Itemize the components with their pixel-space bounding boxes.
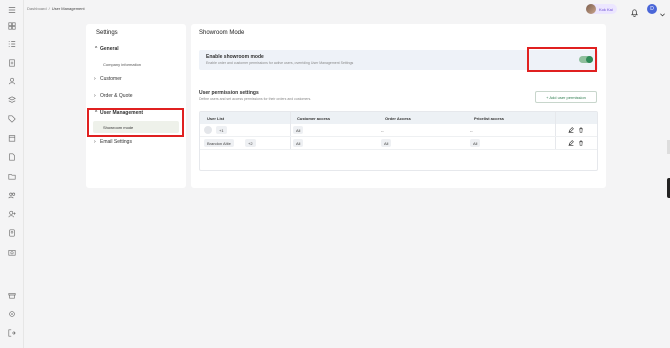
dashboard-icon[interactable] — [8, 22, 16, 30]
trash-icon[interactable] — [578, 140, 584, 146]
add-user-permission-button[interactable]: + Add user permission — [535, 91, 597, 103]
bell-icon[interactable] — [630, 4, 639, 17]
customer-access: All — [293, 139, 304, 147]
calendar-icon[interactable] — [8, 134, 16, 142]
column-header: Customer access — [297, 116, 331, 121]
settings-icon[interactable] — [8, 310, 16, 318]
chevron-down-icon[interactable] — [659, 5, 666, 17]
table-row: +1 All -- -- — [200, 124, 597, 137]
trash-icon[interactable] — [578, 127, 584, 133]
user-pill — [204, 126, 212, 134]
breadcrumb: Dashboard / User Management — [27, 6, 85, 11]
store-icon[interactable] — [8, 291, 16, 299]
menu-icon[interactable] — [8, 6, 16, 14]
user-menu[interactable]: Kok Kai — [586, 4, 617, 14]
table-row: Brandon Altie +2 All All All — [200, 137, 597, 150]
nav-general-label: General — [100, 46, 119, 52]
column-header: Pricelist access — [474, 116, 505, 121]
user-icon[interactable] — [8, 77, 16, 85]
permissions-title: User permission settings — [199, 90, 259, 96]
highlight-box — [527, 47, 597, 72]
org-avatar[interactable]: D — [647, 4, 657, 14]
extra-users-pill[interactable]: +1 — [216, 126, 227, 134]
breadcrumb-separator: / — [48, 6, 50, 11]
team-icon[interactable] — [8, 191, 16, 199]
nav-email-settings[interactable]: › Email Settings — [94, 139, 132, 145]
badge-icon[interactable] — [8, 229, 16, 237]
pricelist-access: All — [470, 139, 481, 147]
order-access: All — [381, 139, 392, 147]
column-header: User List — [207, 116, 225, 121]
permissions-description: Define users and set access permissions … — [199, 97, 312, 101]
sidebar-rail — [0, 0, 24, 348]
settings-title: Settings — [96, 30, 118, 36]
page-title: Showroom Mode — [199, 30, 245, 36]
settings-panel: Settings ⌃ General Company information › C… — [86, 24, 186, 188]
customer-access: All — [293, 126, 304, 134]
logout-icon[interactable] — [8, 329, 16, 337]
document-icon[interactable] — [8, 59, 16, 67]
order-access: -- — [381, 128, 384, 133]
nav-order-quote-label: Order & Quote — [100, 93, 133, 99]
table-header: User List Customer access Order Access P… — [200, 112, 597, 124]
nav-company-information[interactable]: Company information — [103, 62, 141, 67]
extra-users-pill[interactable]: +2 — [245, 139, 256, 147]
layers-icon[interactable] — [8, 96, 16, 104]
nav-customer[interactable]: › Customer — [94, 76, 122, 82]
breadcrumb-root[interactable]: Dashboard — [27, 6, 47, 11]
top-bar: Dashboard / User Management Kok Kai D — [24, 0, 670, 18]
folder-icon[interactable] — [8, 172, 16, 180]
edit-icon[interactable] — [568, 140, 574, 146]
tag-icon[interactable] — [8, 115, 16, 123]
user-pill: Brandon Altie — [204, 139, 234, 147]
user-name: Kok Kai — [599, 6, 613, 12]
camera-icon[interactable] — [8, 248, 16, 256]
nav-email-settings-label: Email Settings — [100, 139, 132, 145]
nav-order-quote[interactable]: › Order & Quote — [94, 93, 133, 99]
showroom-label: Enable showroom mode — [206, 54, 264, 60]
pricelist-access: -- — [470, 128, 473, 133]
nav-customer-label: Customer — [100, 76, 122, 82]
column-header: Order Access — [385, 116, 411, 121]
showroom-description: Enable order and customer permissions fo… — [206, 61, 354, 65]
user-add-icon[interactable] — [8, 210, 16, 218]
highlight-box — [87, 108, 184, 137]
nav-general[interactable]: ⌃ General — [94, 46, 119, 52]
breadcrumb-current: User Management — [51, 6, 85, 11]
permissions-table: User List Customer access Order Access P… — [199, 111, 598, 171]
file-icon[interactable] — [8, 153, 16, 161]
list-icon[interactable] — [8, 40, 16, 48]
edit-icon[interactable] — [568, 127, 574, 133]
avatar — [586, 4, 596, 14]
